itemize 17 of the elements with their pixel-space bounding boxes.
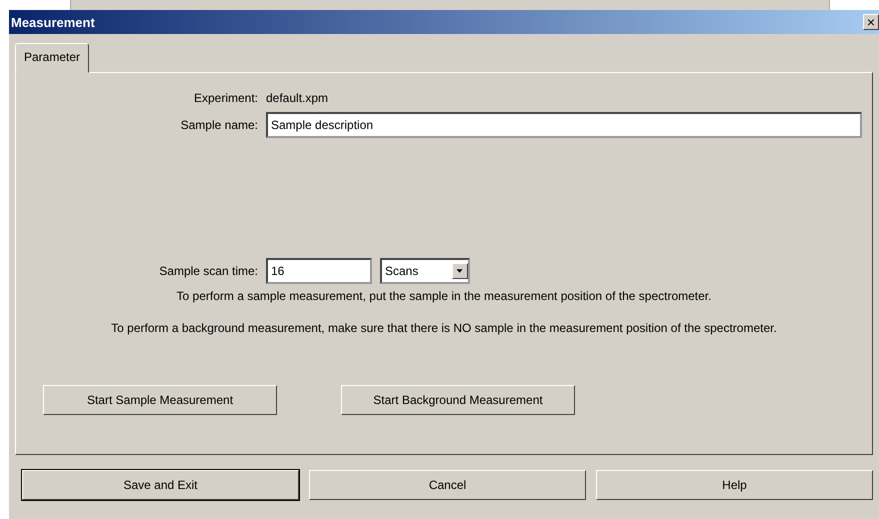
instruction-text: To perform a background measurement, make sure that there is NO sample in the measurement position of the spectrometer.	[110, 321, 778, 335]
sample-name-field[interactable]: Sample description	[266, 112, 862, 138]
experiment-label: Experiment:	[192, 91, 258, 105]
measurement-button[interactable]: Start Sample Measurement	[43, 385, 277, 415]
sample-name-label: Sample name:	[180, 118, 258, 132]
dialog-button[interactable]: Cancel	[309, 470, 586, 500]
scan-time-field[interactable]: 16	[266, 258, 372, 284]
experiment-value: default.xpm	[266, 91, 328, 105]
window-title: Measurement	[11, 14, 95, 30]
tab[interactable]: Parameter	[15, 43, 90, 73]
measurement-button[interactable]: Start Background Measurement	[341, 385, 575, 415]
unit-dropdown[interactable]: Scans	[380, 258, 470, 284]
instruction-text: To perform a sample measurement, put the sample in the measurement position of the spectrometer.	[176, 289, 712, 303]
scan-time-label: Sample scan time:	[158, 264, 258, 278]
close-button[interactable]: ×	[863, 14, 879, 30]
dialog-button[interactable]: Save and Exit	[22, 470, 299, 500]
dialog-button[interactable]: Help	[596, 470, 873, 500]
